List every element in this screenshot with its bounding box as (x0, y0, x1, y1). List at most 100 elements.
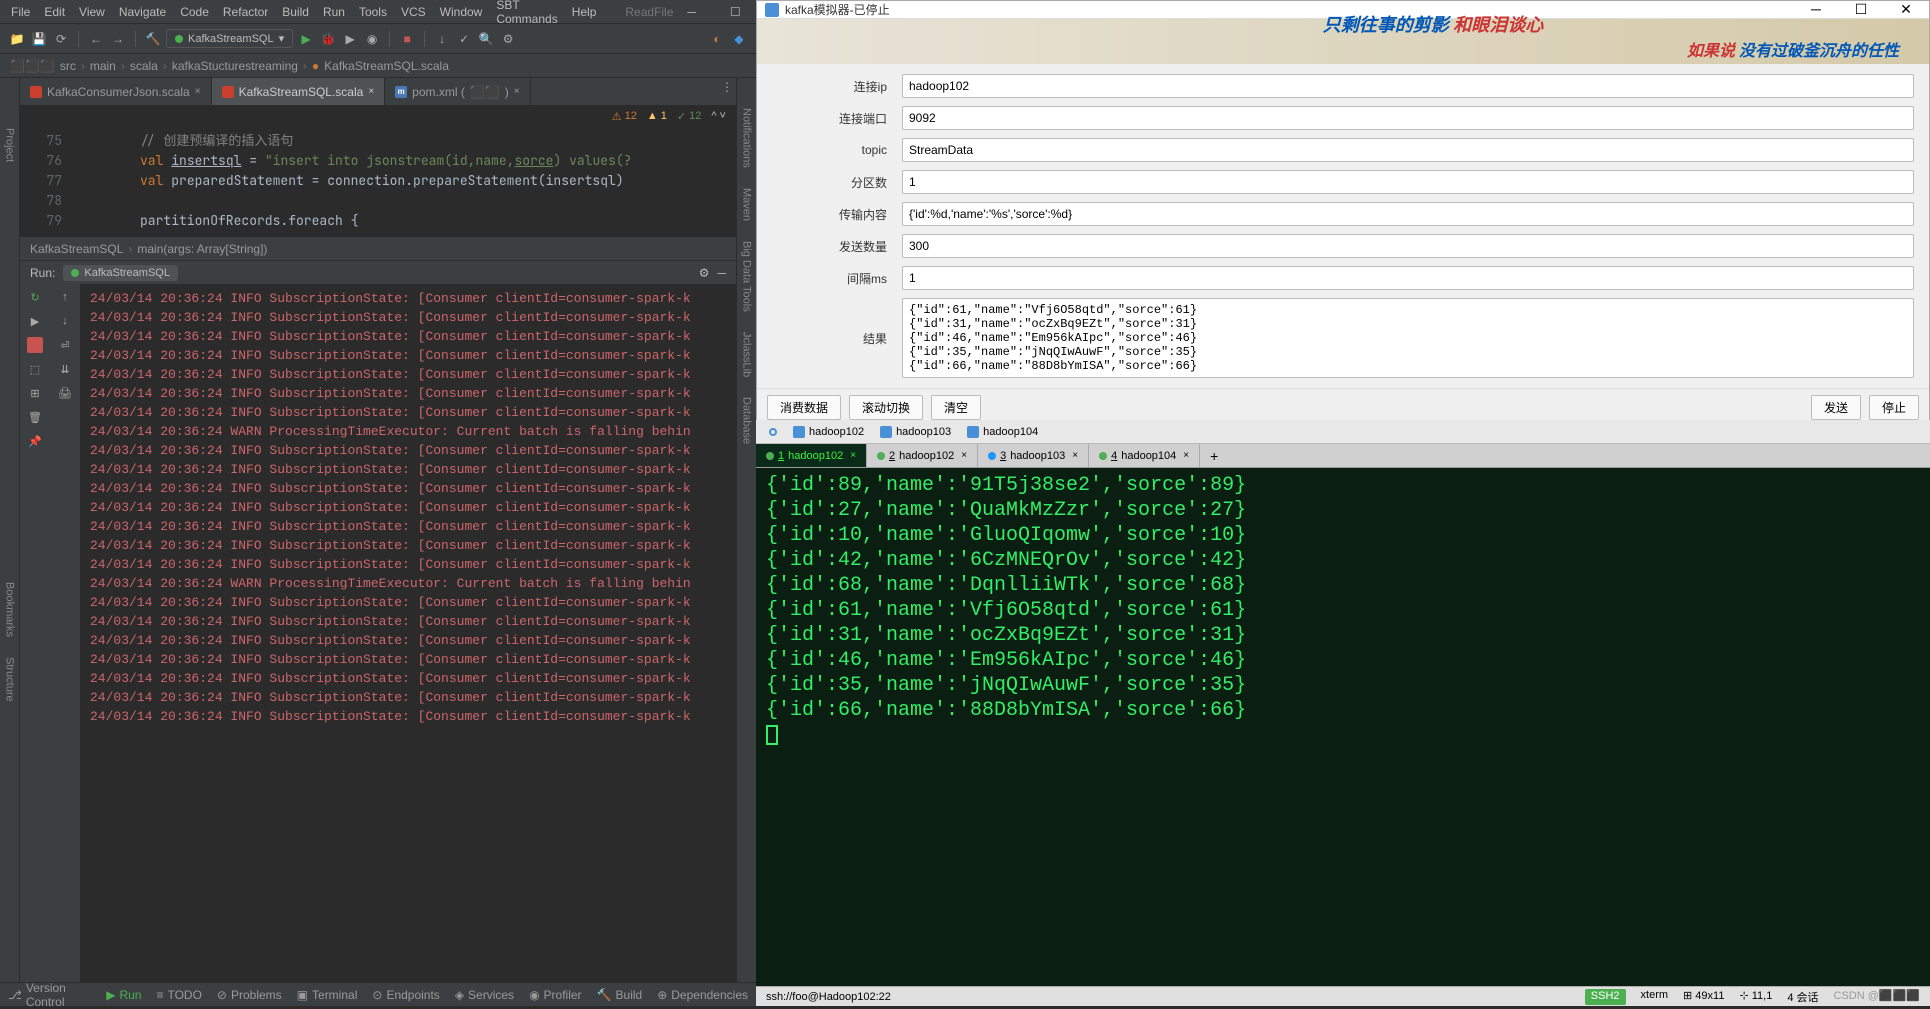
menu-view[interactable]: View (72, 5, 112, 19)
interval-input[interactable] (902, 266, 1914, 290)
vcs-commit-icon[interactable]: ✓ (455, 30, 473, 48)
profile-icon[interactable]: ◉ (363, 30, 381, 48)
stop-button[interactable]: 停止 (1869, 395, 1919, 420)
menu-code[interactable]: Code (173, 5, 216, 19)
gear-icon[interactable]: ⚙ (699, 266, 710, 280)
menu-help[interactable]: Help (565, 5, 604, 19)
close-icon[interactable]: ✕ (1891, 1, 1921, 18)
typos-badge[interactable]: ✓ 12 (677, 110, 701, 123)
bc-main[interactable]: main (90, 59, 116, 73)
topic-input[interactable] (902, 138, 1914, 162)
send-button[interactable]: 发送 (1811, 395, 1861, 420)
settings-icon[interactable]: ⚙ (499, 30, 517, 48)
sb-deps[interactable]: ⊕ Dependencies (657, 988, 748, 1002)
warnings-badge[interactable]: ▲ 1 (647, 110, 667, 122)
host-hadoop102[interactable]: hadoop102 (785, 424, 872, 440)
run-config-select[interactable]: KafkaStreamSQL ▾ (166, 29, 293, 48)
close-tab-icon[interactable]: × (368, 86, 374, 97)
play-icon[interactable]: ▶ (297, 30, 315, 48)
menu-edit[interactable]: Edit (37, 5, 72, 19)
result-textarea[interactable]: {"id":61,"name":"Vfj6O58qtd","sorce":61}… (902, 298, 1914, 378)
bc-file[interactable]: KafkaStreamSQL.scala (324, 59, 449, 73)
tab-pomxml[interactable]: mpom.xml (⬛⬛)× (385, 78, 530, 105)
host-hadoop103[interactable]: hadoop103 (872, 424, 959, 440)
term-tab-3[interactable]: 3 hadoop103× (978, 444, 1089, 467)
bigdata-tool[interactable]: Big Data Tools (741, 241, 753, 312)
port-input[interactable] (902, 106, 1914, 130)
exit-icon[interactable]: ⬚ (27, 361, 43, 377)
vcs-update-icon[interactable]: ↓ (433, 30, 451, 48)
menu-refactor[interactable]: Refactor (216, 5, 275, 19)
ip-input[interactable] (902, 74, 1914, 98)
sb-problems[interactable]: ⊘ Problems (217, 988, 282, 1002)
pin-icon[interactable]: 📌 (27, 433, 43, 449)
term-tab-1[interactable]: 1 hadoop102× (756, 444, 867, 467)
close-tab-icon[interactable]: × (514, 86, 520, 97)
tool-icon[interactable]: ◆ (730, 30, 748, 48)
menu-build[interactable]: Build (275, 5, 316, 19)
coverage-icon[interactable]: ▶ (341, 30, 359, 48)
tab-kafkaconsumerjson[interactable]: KafkaConsumerJson.scala× (20, 78, 212, 105)
terminal-output[interactable]: {'id':89,'name':'91T5j38se2','sorce':89}… (756, 468, 1930, 986)
menu-vcs[interactable]: VCS (394, 5, 433, 19)
run-icon[interactable]: ▶ (27, 313, 43, 329)
menu-tools[interactable]: Tools (352, 5, 394, 19)
bc-pkg[interactable]: kafkaStucturestreaming (172, 59, 298, 73)
bc-src[interactable]: src (60, 59, 76, 73)
sb-terminal[interactable]: ▣ Terminal (297, 988, 358, 1002)
hammer-icon[interactable]: 🔨 (144, 30, 162, 48)
close-tab-icon[interactable]: × (1183, 450, 1189, 461)
count-input[interactable] (902, 234, 1914, 258)
tab-kafkastreamsql[interactable]: KafkaStreamSQL.scala× (212, 78, 386, 105)
notifications-tool[interactable]: Notifications (741, 108, 753, 168)
up-icon[interactable]: ↑ (57, 289, 73, 305)
wrap-icon[interactable]: ⏎ (57, 337, 73, 353)
add-tab-icon[interactable]: + (1200, 448, 1228, 464)
close-tab-icon[interactable]: × (1072, 450, 1078, 461)
structure-nav[interactable]: KafkaStreamSQL› main(args: Array[String]… (20, 236, 736, 260)
scroll-icon[interactable]: ⇊ (57, 361, 73, 377)
stop-icon[interactable]: ■ (398, 30, 416, 48)
sb-profiler[interactable]: ◉ Profiler (529, 988, 582, 1002)
menu-sbt[interactable]: SBT Commands (489, 0, 564, 26)
menu-window[interactable]: Window (433, 5, 490, 19)
nav-class[interactable]: KafkaStreamSQL (30, 242, 123, 256)
errors-badge[interactable]: ⚠ 12 (612, 110, 637, 123)
debug-icon[interactable]: 🐞 (319, 30, 337, 48)
nav-method[interactable]: main(args: Array[String]) (137, 242, 267, 256)
arrange-icon[interactable] (761, 426, 785, 438)
forward-icon[interactable]: → (109, 30, 127, 48)
layout-icon[interactable]: ⊞ (27, 385, 43, 401)
avatar-icon[interactable]: ◐ (708, 30, 726, 48)
maximize-icon[interactable]: ☐ (1846, 1, 1876, 18)
content-input[interactable] (902, 202, 1914, 226)
structure-tool[interactable]: Structure (4, 657, 16, 702)
close-tab-icon[interactable]: × (961, 450, 967, 461)
scroll-button[interactable]: 滚动切换 (849, 395, 923, 420)
trash-icon[interactable]: 🗑 (27, 409, 43, 425)
ide-breadcrumb[interactable]: ⬛⬛⬛ src› main› scala› kafkaStucturestrea… (0, 54, 756, 78)
search-icon[interactable]: 🔍 (477, 30, 495, 48)
maven-tool[interactable]: Maven (741, 188, 753, 221)
consume-button[interactable]: 消费数据 (767, 395, 841, 420)
console-output[interactable]: 24/03/14 20:36:24 INFO SubscriptionState… (80, 284, 736, 982)
bc-scala[interactable]: scala (130, 59, 158, 73)
sb-todo[interactable]: ≡ TODO (156, 988, 201, 1002)
menu-run[interactable]: Run (316, 5, 352, 19)
save-icon[interactable]: 💾 (30, 30, 48, 48)
open-icon[interactable]: 📁 (8, 30, 26, 48)
database-tool[interactable]: Database (741, 397, 753, 444)
run-tab[interactable]: KafkaStreamSQL (63, 265, 178, 281)
code-editor[interactable]: 75 76 77 78 79 // 创建预编译的插入语句 val inserts… (20, 126, 736, 236)
menu-file[interactable]: File (4, 5, 37, 19)
print-icon[interactable]: 🖨 (57, 385, 73, 401)
down-icon[interactable]: ↓ (57, 313, 73, 329)
jclasslib-tool[interactable]: JclassLib (741, 332, 753, 377)
inspection-bar[interactable]: ⚠ 12 ▲ 1 ✓ 12 ^ ˅ (20, 106, 736, 126)
stop-icon[interactable] (27, 337, 43, 353)
minimize-icon[interactable]: ─ (1801, 1, 1831, 18)
back-icon[interactable]: ← (87, 30, 105, 48)
bookmarks-tool[interactable]: Bookmarks (4, 582, 16, 637)
minimize-icon[interactable]: ─ (680, 5, 703, 19)
tab-menu-icon[interactable]: ⋮ (718, 78, 736, 96)
